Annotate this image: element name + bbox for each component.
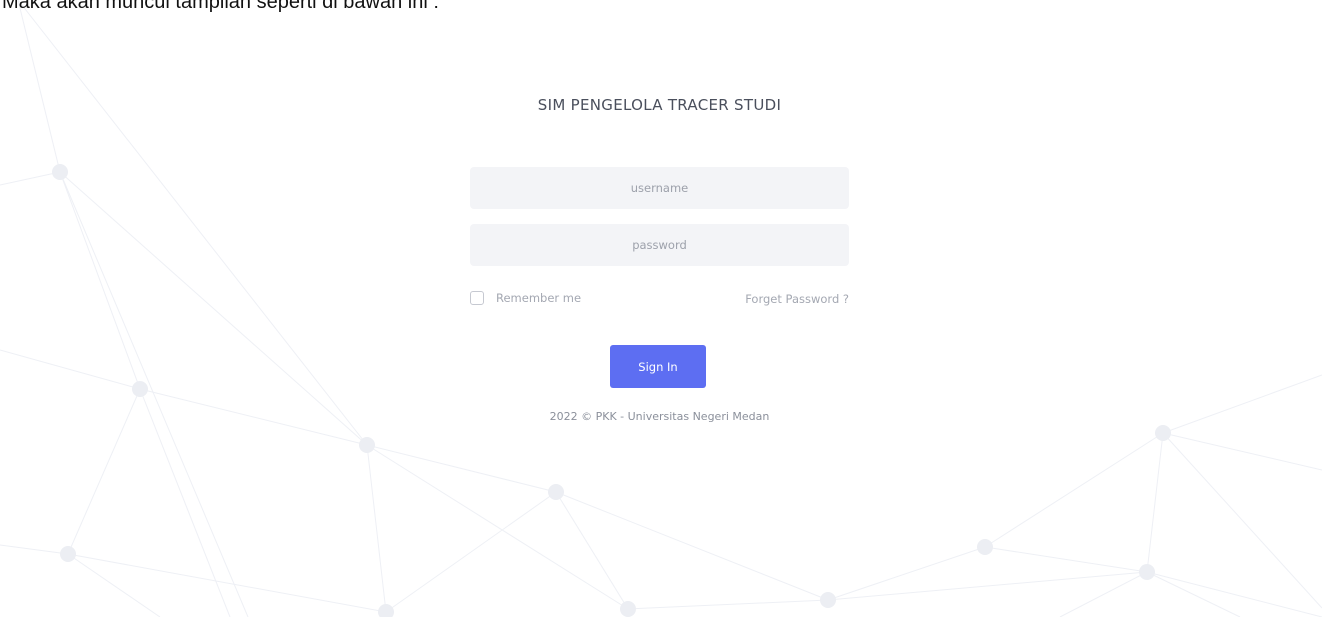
username-input[interactable]: [470, 167, 849, 209]
sign-in-button[interactable]: Sign In: [610, 345, 706, 388]
forget-password-link[interactable]: Forget Password ?: [745, 292, 849, 306]
remember-forget-row: Remember me Forget Password ?: [470, 290, 849, 310]
remember-me-label: Remember me: [496, 291, 582, 305]
document-caption: Maka akan muncul tampilan seperti di baw…: [2, 0, 439, 13]
remember-me-toggle[interactable]: Remember me: [470, 291, 581, 305]
footer-copyright: 2022 © PKK - Universitas Negeri Medan: [549, 410, 770, 423]
password-input[interactable]: [470, 224, 849, 266]
login-panel: SIM PENGELOLA TRACER STUDI Remember me F…: [470, 0, 849, 617]
remember-me-checkbox[interactable]: [470, 291, 484, 305]
app-title: SIM PENGELOLA TRACER STUDI: [537, 96, 782, 114]
